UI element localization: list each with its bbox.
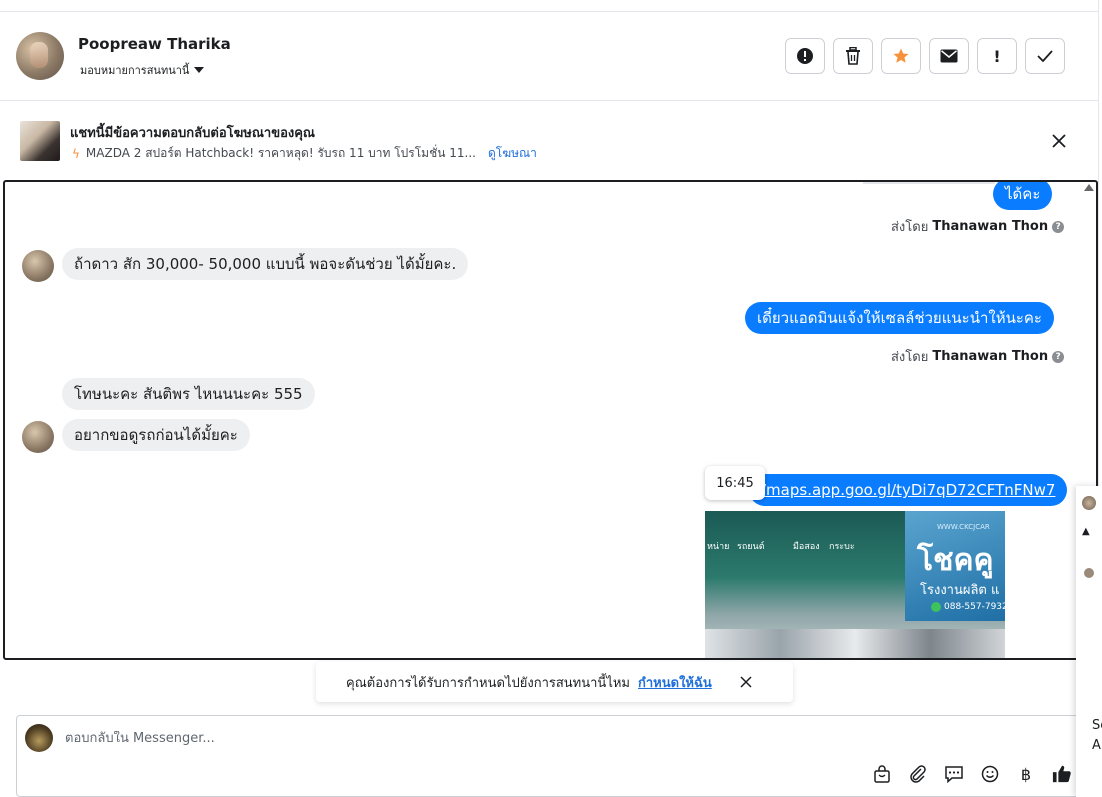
message-bubble-outgoing[interactable]: ได้คะ [993, 182, 1053, 210]
conversation-header: Poopreaw Tharika มอบหมายการสนทนานี้ ! [0, 12, 1098, 101]
exclamation-icon: ! [993, 46, 1001, 66]
report-button[interactable] [785, 38, 825, 74]
spam-button[interactable]: ! [977, 38, 1017, 74]
lightning-icon: ϟ [72, 146, 80, 161]
assign-suggestion-text: คุณต้องการได้รับการกำหนดไปยังการสนทนานี้… [346, 675, 630, 691]
shopping-bag-button[interactable] [872, 764, 892, 784]
reply-input[interactable] [65, 731, 965, 746]
star-button[interactable] [881, 38, 921, 74]
help-icon[interactable]: ? [1052, 220, 1065, 233]
attach-button[interactable] [908, 764, 928, 784]
envelope-icon [940, 49, 958, 63]
delete-button[interactable] [833, 38, 873, 74]
thumbs-up-icon [1052, 765, 1071, 783]
caret-down-icon [194, 67, 205, 73]
message-composer: ฿ [16, 715, 1082, 797]
mark-unread-button[interactable] [929, 38, 969, 74]
smiley-icon [981, 765, 999, 783]
done-button[interactable] [1025, 38, 1065, 74]
assign-to-me-link[interactable]: กำหนดให้ฉัน [638, 672, 712, 693]
contact-avatar[interactable] [16, 32, 64, 80]
preview-title: โชคคู [917, 543, 994, 578]
payment-button[interactable]: ฿ [1016, 764, 1036, 784]
peek-avatar [1082, 496, 1096, 510]
sent-by-name: Thanawan Thon [932, 349, 1049, 364]
checkmark-icon [1037, 50, 1053, 62]
message-thread[interactable]: ได้คะ ส่งโดย Thanawan Thon ? ถ้าดาว สัก … [3, 180, 1098, 660]
contact-name[interactable]: Poopreaw Tharika [78, 35, 231, 53]
reaction-icon: ▲ [1082, 526, 1090, 537]
contact-mini-avatar[interactable] [22, 250, 54, 282]
assign-conversation-dropdown[interactable]: มอบหมายการสนทนานี้ [80, 61, 205, 79]
paperclip-icon [910, 765, 926, 783]
scroll-indicator [863, 182, 995, 184]
peek-text-line1: Sc [1092, 718, 1102, 733]
shop-sign-text: กระบะ [829, 542, 855, 552]
message-link-bubble[interactable]: /maps.app.goo.gl/tyDi7qD72CFTnFNw7 [749, 474, 1068, 506]
shop-sign-text: หน่าย [707, 542, 730, 552]
close-banner-button[interactable] [1052, 132, 1066, 153]
close-icon [1052, 134, 1066, 148]
ad-thumbnail[interactable] [20, 121, 60, 161]
chat-bubbles-icon [945, 766, 963, 783]
message-bubble-incoming[interactable]: โทษนะคะ สันติพร ไหนนนะคะ 555 [62, 378, 315, 410]
message-bubble-outgoing[interactable]: เดี๋ยวแอดมินแจ้งให้เซลล์ช่วยแนะนำให้นะคะ [745, 302, 1054, 334]
help-icon[interactable]: ? [1052, 350, 1065, 363]
composer-tools: ฿ [872, 764, 1072, 784]
peek-status-dot [1084, 568, 1094, 578]
sent-by-prefix: ส่งโดย [891, 350, 929, 365]
contact-mini-avatar[interactable] [22, 421, 54, 453]
like-button[interactable] [1052, 764, 1072, 784]
message-bubble-incoming[interactable]: อยากขอดูรถก่อนได้มั้ยคะ [62, 419, 250, 451]
ad-description-line: ϟ MAZDA 2 สปอร์ต Hatchback! ราคาหลุด! รั… [72, 144, 537, 163]
saved-replies-button[interactable] [944, 764, 964, 784]
sent-by-name: Thanawan Thon [932, 219, 1049, 234]
preview-website: WWW.CKCJCAR [937, 523, 990, 531]
phone-icon [931, 602, 941, 612]
ad-reply-banner: แชทนี้มีข้อความตอบกลับต่อโฆษณาของคุณ ϟ M… [0, 101, 1098, 180]
star-icon [893, 48, 909, 63]
preview-subtitle: โรงงานผลิต แ [920, 583, 1000, 598]
shopping-bag-icon [874, 765, 890, 783]
scroll-up-arrow-icon[interactable] [1084, 184, 1094, 191]
sent-by-prefix: ส่งโดย [891, 220, 929, 235]
preview-phone: 088-557-7932 [931, 602, 1005, 612]
ad-banner-title: แชทนี้มีข้อความตอบกลับต่อโฆษณาของคุณ [70, 126, 315, 141]
preview-cars-strip [705, 629, 1005, 658]
emoji-button[interactable] [980, 764, 1000, 784]
shop-sign-text: มือสอง [793, 542, 820, 552]
baht-icon: ฿ [1020, 764, 1032, 784]
header-actions: ! [785, 38, 1065, 74]
sent-by-label: ส่งโดย Thanawan Thon ? [891, 346, 1065, 367]
peek-text-line2: A [1092, 738, 1101, 753]
message-bubble-incoming[interactable]: ถ้าดาว สัก 30,000- 50,000 แบบนี้ พอจะดัน… [62, 248, 469, 280]
ad-description: MAZDA 2 สปอร์ต Hatchback! ราคาหลุด! รับร… [85, 146, 476, 160]
top-bar [0, 0, 1098, 12]
close-icon [740, 675, 752, 688]
link-preview-image[interactable]: หน่าย รถยนต์ มือสอง กระบะ WWW.CKCJCAR โช… [705, 511, 1005, 658]
page-avatar [25, 724, 53, 752]
shop-sign-text: รถยนต์ [737, 542, 765, 552]
preview-phone-number: 088-557-7932 [944, 602, 1005, 612]
assign-label: มอบหมายการสนทนานี้ [80, 64, 190, 77]
view-ad-link[interactable]: ดูโฆษณา [488, 144, 537, 163]
timestamp-tooltip: 16:45 [705, 466, 765, 500]
side-chat-panel[interactable]: ▲ Sc A [1076, 486, 1102, 797]
alert-circle-icon [797, 48, 813, 64]
close-toast-button[interactable] [740, 673, 752, 692]
sent-by-label: ส่งโดย Thanawan Thon ? [891, 216, 1065, 237]
trash-icon [846, 47, 860, 65]
assign-suggestion-toast: คุณต้องการได้รับการกำหนดไปยังการสนทนานี้… [316, 662, 793, 702]
